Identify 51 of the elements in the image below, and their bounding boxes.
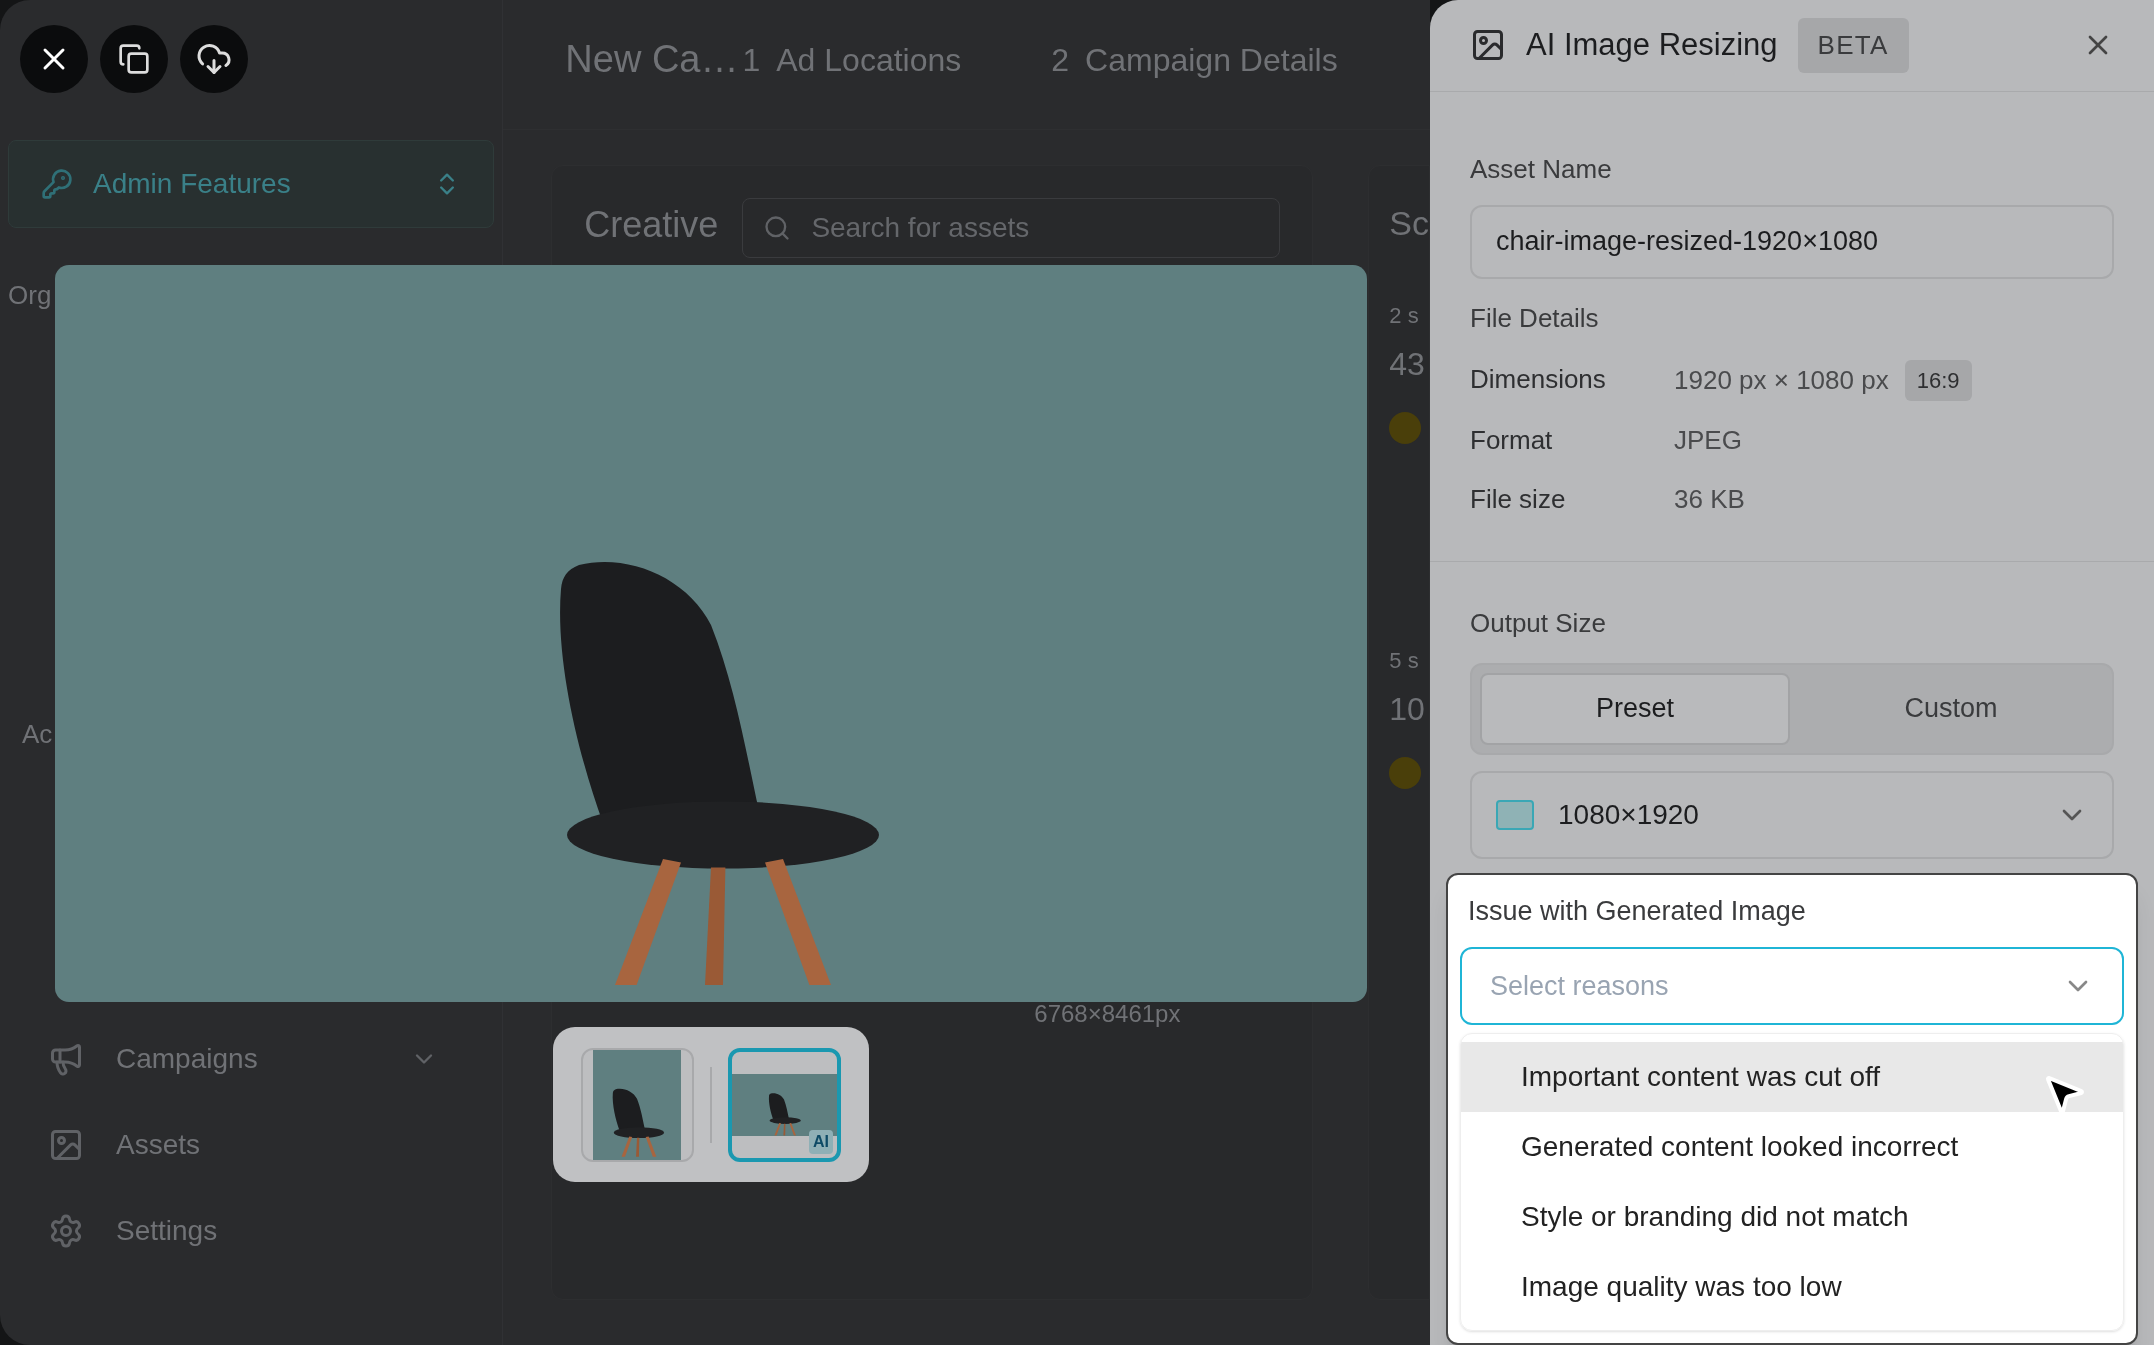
beta-badge: BETA (1797, 17, 1909, 73)
section-heading: File Details (1470, 301, 1599, 335)
nav-item[interactable]: Settings (48, 1211, 455, 1251)
menu-option[interactable]: Style or branding did not match (1461, 1182, 2123, 1252)
field-label: Output Size (1470, 606, 1606, 640)
nav-icon (48, 1127, 84, 1163)
key-icon (41, 168, 73, 200)
detail-value: 36 KB (1674, 482, 1745, 516)
detail-label: Dimensions (1470, 362, 1606, 396)
admin-switcher[interactable]: Admin Features (8, 140, 495, 228)
menu-option[interactable]: Important content was cut off (1461, 1042, 2123, 1112)
panel-title: AI Image Resizing (1526, 26, 1778, 64)
section-label: Org (8, 279, 52, 312)
duration-tag: 2 s (1389, 299, 1419, 332)
stat-value: 10 (1389, 690, 1425, 729)
nav-item[interactable]: Assets (48, 1125, 455, 1165)
step-tab[interactable]: 2 Campaign Details (1051, 35, 1338, 84)
asset-name-field[interactable]: chair-image-resized-1920×1080 (1470, 204, 2114, 279)
detail-label: File size (1470, 482, 1566, 516)
nav-icon (48, 1041, 84, 1077)
mode-tab[interactable]: Preset (1480, 672, 1790, 745)
field-label: Issue with Generated Image (1468, 894, 1806, 928)
nav-item[interactable]: Campaigns (48, 1039, 455, 1079)
search-icon (763, 214, 792, 242)
page-title: New Ca… (565, 37, 739, 82)
chair-drawing (766, 1091, 803, 1136)
card-title: Sc (1389, 203, 1429, 244)
mode-tab[interactable]: Custom (1798, 672, 2104, 745)
cloud-download-icon (196, 41, 232, 77)
step-tab[interactable]: 1 Ad Locations (742, 35, 962, 84)
asset-size: 6768×8461px (1034, 999, 1181, 1029)
stat-value: 43 (1389, 345, 1425, 384)
menu-option[interactable]: Image quality was too low (1461, 1252, 2123, 1322)
ratio-tag: 16:9 (1904, 359, 1972, 401)
detail-value: JPEG (1674, 423, 1742, 457)
image-thumbnail[interactable] (581, 1047, 694, 1162)
reasons-select[interactable]: Select reasons (1460, 947, 2124, 1025)
menu-option[interactable]: Generated content looked incorrect (1461, 1112, 2123, 1182)
nav-icon (48, 1213, 84, 1249)
detail-value: 1920 px × 1080 px (1674, 363, 1889, 397)
swatch-icon (1496, 799, 1534, 830)
image-thumbnail[interactable]: AI (727, 1047, 841, 1162)
section-label: Ac (22, 718, 53, 751)
card-title: Creative (584, 203, 719, 247)
search-field[interactable]: Search for assets (742, 198, 1281, 258)
copy-icon (118, 43, 150, 75)
field-label: Asset Name (1470, 152, 1612, 186)
detail-label: Format (1470, 423, 1553, 457)
duration-tag: 5 s (1389, 644, 1419, 677)
ai-badge: AI (809, 1129, 833, 1154)
size-dropdown[interactable]: 1080×1920 (1470, 770, 2114, 859)
